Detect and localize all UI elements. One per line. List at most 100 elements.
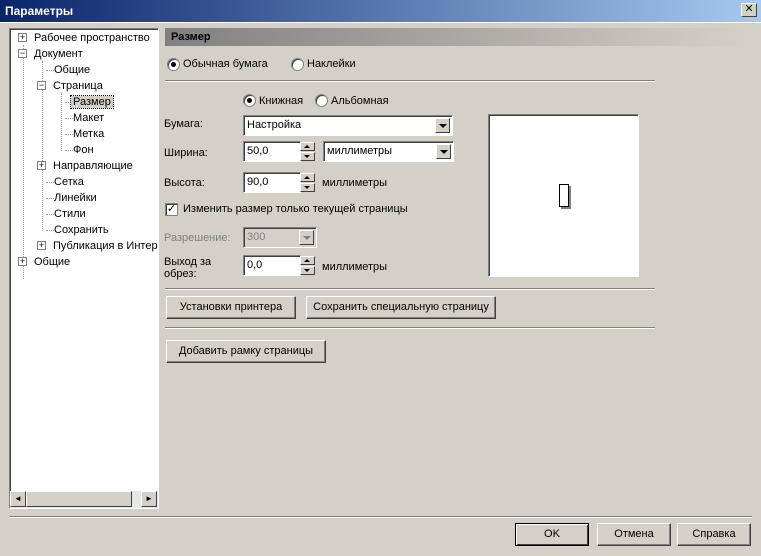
tree-item-label: Документ (34, 48, 83, 60)
spin-down-icon[interactable] (300, 183, 315, 192)
height-label: Высота: (164, 177, 205, 189)
resize-current-label[interactable]: Изменить размер только текущей страницы (183, 203, 408, 215)
bleed-input[interactable]: 0,0 (243, 255, 301, 276)
width-input[interactable]: 50,0 (243, 141, 301, 162)
expand-icon[interactable]: + (18, 33, 27, 42)
tree-item-label: Линейки (54, 192, 97, 204)
tree-item-label: Публикация в Интер (53, 240, 158, 252)
bleed-label-line2: обрез: (164, 268, 197, 280)
collapse-icon[interactable]: − (37, 81, 46, 90)
tree-item-guidelines[interactable]: + Направляющие (37, 158, 135, 174)
frame-line (0, 22, 761, 23)
height-value: 90,0 (247, 176, 269, 188)
landscape-radio[interactable] (315, 94, 328, 107)
tree-item-layout[interactable]: Макет (71, 110, 106, 126)
expand-icon[interactable]: + (37, 161, 46, 170)
resolution-value: 300 (247, 231, 266, 243)
scroll-right-button[interactable]: ► (141, 491, 157, 507)
spin-up-icon[interactable] (300, 142, 315, 151)
units-select-value: миллиметры (327, 145, 393, 157)
tree-item-rulers[interactable]: Линейки (52, 190, 99, 206)
tree-line (23, 45, 24, 279)
tree-item-label: Направляющие (53, 160, 133, 172)
page-preview (488, 114, 639, 277)
tree-item-document-general[interactable]: Общие (52, 62, 92, 78)
arrow-right-icon: ► (145, 494, 153, 503)
bleed-units-label: миллиметры (322, 261, 388, 273)
tree-item-label: Макет (73, 112, 105, 124)
spin-up-icon[interactable] (300, 173, 315, 182)
portrait-label[interactable]: Книжная (259, 95, 303, 107)
tree-item-label: Размер (70, 95, 114, 109)
labels-radio[interactable] (291, 58, 304, 71)
cancel-button[interactable]: Отмена (597, 523, 671, 546)
spin-down-icon[interactable] (300, 152, 315, 161)
paper-select[interactable]: Настройка (243, 115, 453, 136)
expand-icon[interactable]: + (37, 241, 46, 250)
normal-paper-radio[interactable] (167, 58, 180, 71)
height-spinner[interactable] (300, 173, 315, 192)
separator (165, 288, 655, 290)
units-select[interactable]: миллиметры (323, 141, 454, 162)
tree-item-label: Сохранить (54, 224, 109, 236)
tree-item-label: Стили (54, 208, 86, 220)
tree-item-grid[interactable]: Сетка (52, 174, 86, 190)
normal-paper-label[interactable]: Обычная бумага (183, 58, 268, 70)
scroll-left-button[interactable]: ◄ (10, 491, 26, 507)
collapse-icon[interactable]: − (18, 49, 27, 58)
page-preview-rect (559, 184, 569, 207)
tree-line (61, 93, 62, 151)
resolution-select[interactable]: 300 (243, 227, 317, 248)
resolution-label: Разрешение: (164, 232, 231, 244)
bleed-value: 0,0 (247, 259, 263, 271)
tree-item-background[interactable]: Фон (71, 142, 96, 158)
separator (165, 80, 655, 82)
tree-item-label: Фон (73, 144, 94, 156)
tree-item-size[interactable]: Размер (70, 94, 114, 110)
bleed-label-line1: Выход за (164, 256, 212, 268)
ok-button[interactable]: OK (515, 523, 589, 546)
close-icon: ✕ (744, 3, 754, 15)
paper-label: Бумага: (164, 118, 203, 130)
add-page-frame-button[interactable]: Добавить рамку страницы (166, 340, 326, 363)
expand-icon[interactable]: + (18, 257, 27, 266)
tree-item-document[interactable]: − Документ (18, 46, 85, 62)
tree-item-label: Сетка (54, 176, 84, 188)
tree-item-general[interactable]: + Общие (18, 254, 72, 270)
width-value: 50,0 (247, 145, 269, 157)
height-input[interactable]: 90,0 (243, 172, 301, 193)
resize-current-checkbox[interactable]: ✓ (165, 203, 178, 216)
tree-horizontal-scrollbar[interactable]: ◄ ► (10, 491, 158, 508)
footer-separator (9, 516, 752, 518)
dropdown-arrow-icon[interactable] (435, 118, 450, 133)
tree-item-publish-web[interactable]: + Публикация в Интер (37, 238, 158, 254)
close-button[interactable]: ✕ (741, 3, 757, 17)
help-button[interactable]: Справка (677, 523, 751, 546)
printer-settings-button[interactable]: Установки принтера (166, 296, 296, 319)
spin-up-icon[interactable] (300, 256, 315, 265)
landscape-label[interactable]: Альбомная (331, 95, 389, 107)
tree-item-styles[interactable]: Стили (52, 206, 88, 222)
tree-item-label: Общие (54, 64, 91, 76)
tree-item-label-page[interactable]: Метка (71, 126, 106, 142)
tree-item-workspace[interactable]: + Рабочее пространство (18, 30, 152, 46)
tree-item-page[interactable]: − Страница (37, 78, 105, 94)
scroll-thumb[interactable] (26, 491, 132, 507)
tree-item-label: Общие (34, 256, 71, 268)
labels-label[interactable]: Наклейки (307, 58, 356, 70)
spin-down-icon[interactable] (300, 266, 315, 275)
dropdown-arrow-icon[interactable] (436, 144, 451, 159)
title-bar: Параметры ✕ (0, 0, 761, 22)
paper-select-value: Настройка (247, 119, 302, 131)
width-spinner[interactable] (300, 142, 315, 161)
bleed-spinner[interactable] (300, 256, 315, 275)
width-label: Ширина: (164, 147, 208, 159)
separator (165, 327, 655, 329)
save-custom-page-button[interactable]: Сохранить специальную страницу (306, 296, 496, 319)
tree-item-save[interactable]: Сохранить (52, 222, 111, 238)
dropdown-arrow-icon[interactable] (299, 230, 314, 245)
section-header: Размер (165, 28, 747, 46)
portrait-radio[interactable] (243, 94, 256, 107)
arrow-left-icon: ◄ (14, 494, 22, 503)
options-tree[interactable]: + Рабочее пространство − Документ Общие … (9, 28, 159, 509)
